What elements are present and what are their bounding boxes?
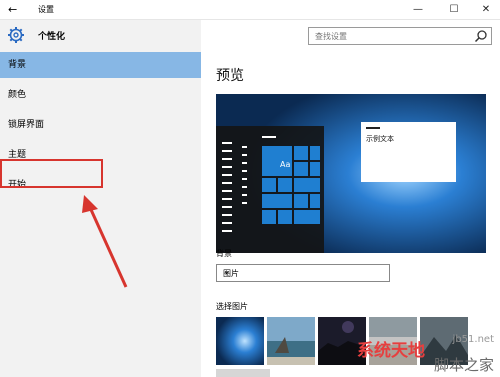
gear-icon	[8, 27, 24, 43]
preview-sample-text: 示例文本	[366, 135, 394, 143]
page-title: 预览	[216, 68, 244, 84]
section-title: 个性化	[38, 32, 66, 42]
watermark-text-3: 脚本之家	[433, 356, 494, 374]
thumbnail-beach[interactable]	[267, 317, 315, 365]
watermark: 系统天地 jb51.net 脚本之家	[357, 334, 500, 377]
window-title: 设置	[38, 5, 54, 14]
scroll-indicator	[216, 369, 270, 377]
annotation-arrow-icon	[82, 195, 128, 288]
watermark-text-1: 系统天地	[357, 341, 425, 361]
sidebar-item-colors[interactable]: 颜色	[0, 82, 201, 108]
preview-tile-label: Aa	[280, 160, 291, 169]
choose-picture-label: 选择图片	[216, 302, 248, 311]
back-icon[interactable]: ←	[8, 3, 22, 17]
maximize-button[interactable]: ☐	[440, 2, 468, 18]
watermark-text-2: jb51.net	[452, 334, 494, 345]
minimize-button[interactable]: —	[404, 2, 432, 18]
preview-graphic	[216, 94, 486, 253]
close-button[interactable]: ✕	[472, 2, 500, 18]
background-label: 背景	[216, 249, 232, 258]
highlight-box	[0, 159, 103, 188]
content-panel: 预览 Aa 示例文本 背景 图片 ⌄ 选择图片	[201, 20, 500, 377]
thumbnail-windows[interactable]	[216, 317, 264, 365]
sidebar: 个性化 背景 颜色 锁屏界面 主题 开始	[0, 20, 201, 377]
sidebar-item-background[interactable]: 背景	[0, 52, 201, 78]
preview-image: Aa 示例文本	[216, 94, 486, 253]
background-select[interactable]: 图片 ⌄	[216, 264, 390, 282]
chevron-down-icon: ⌄	[223, 267, 231, 277]
sidebar-item-lockscreen[interactable]: 锁屏界面	[0, 112, 201, 138]
title-bar: ← 设置 — ☐ ✕	[0, 0, 500, 20]
